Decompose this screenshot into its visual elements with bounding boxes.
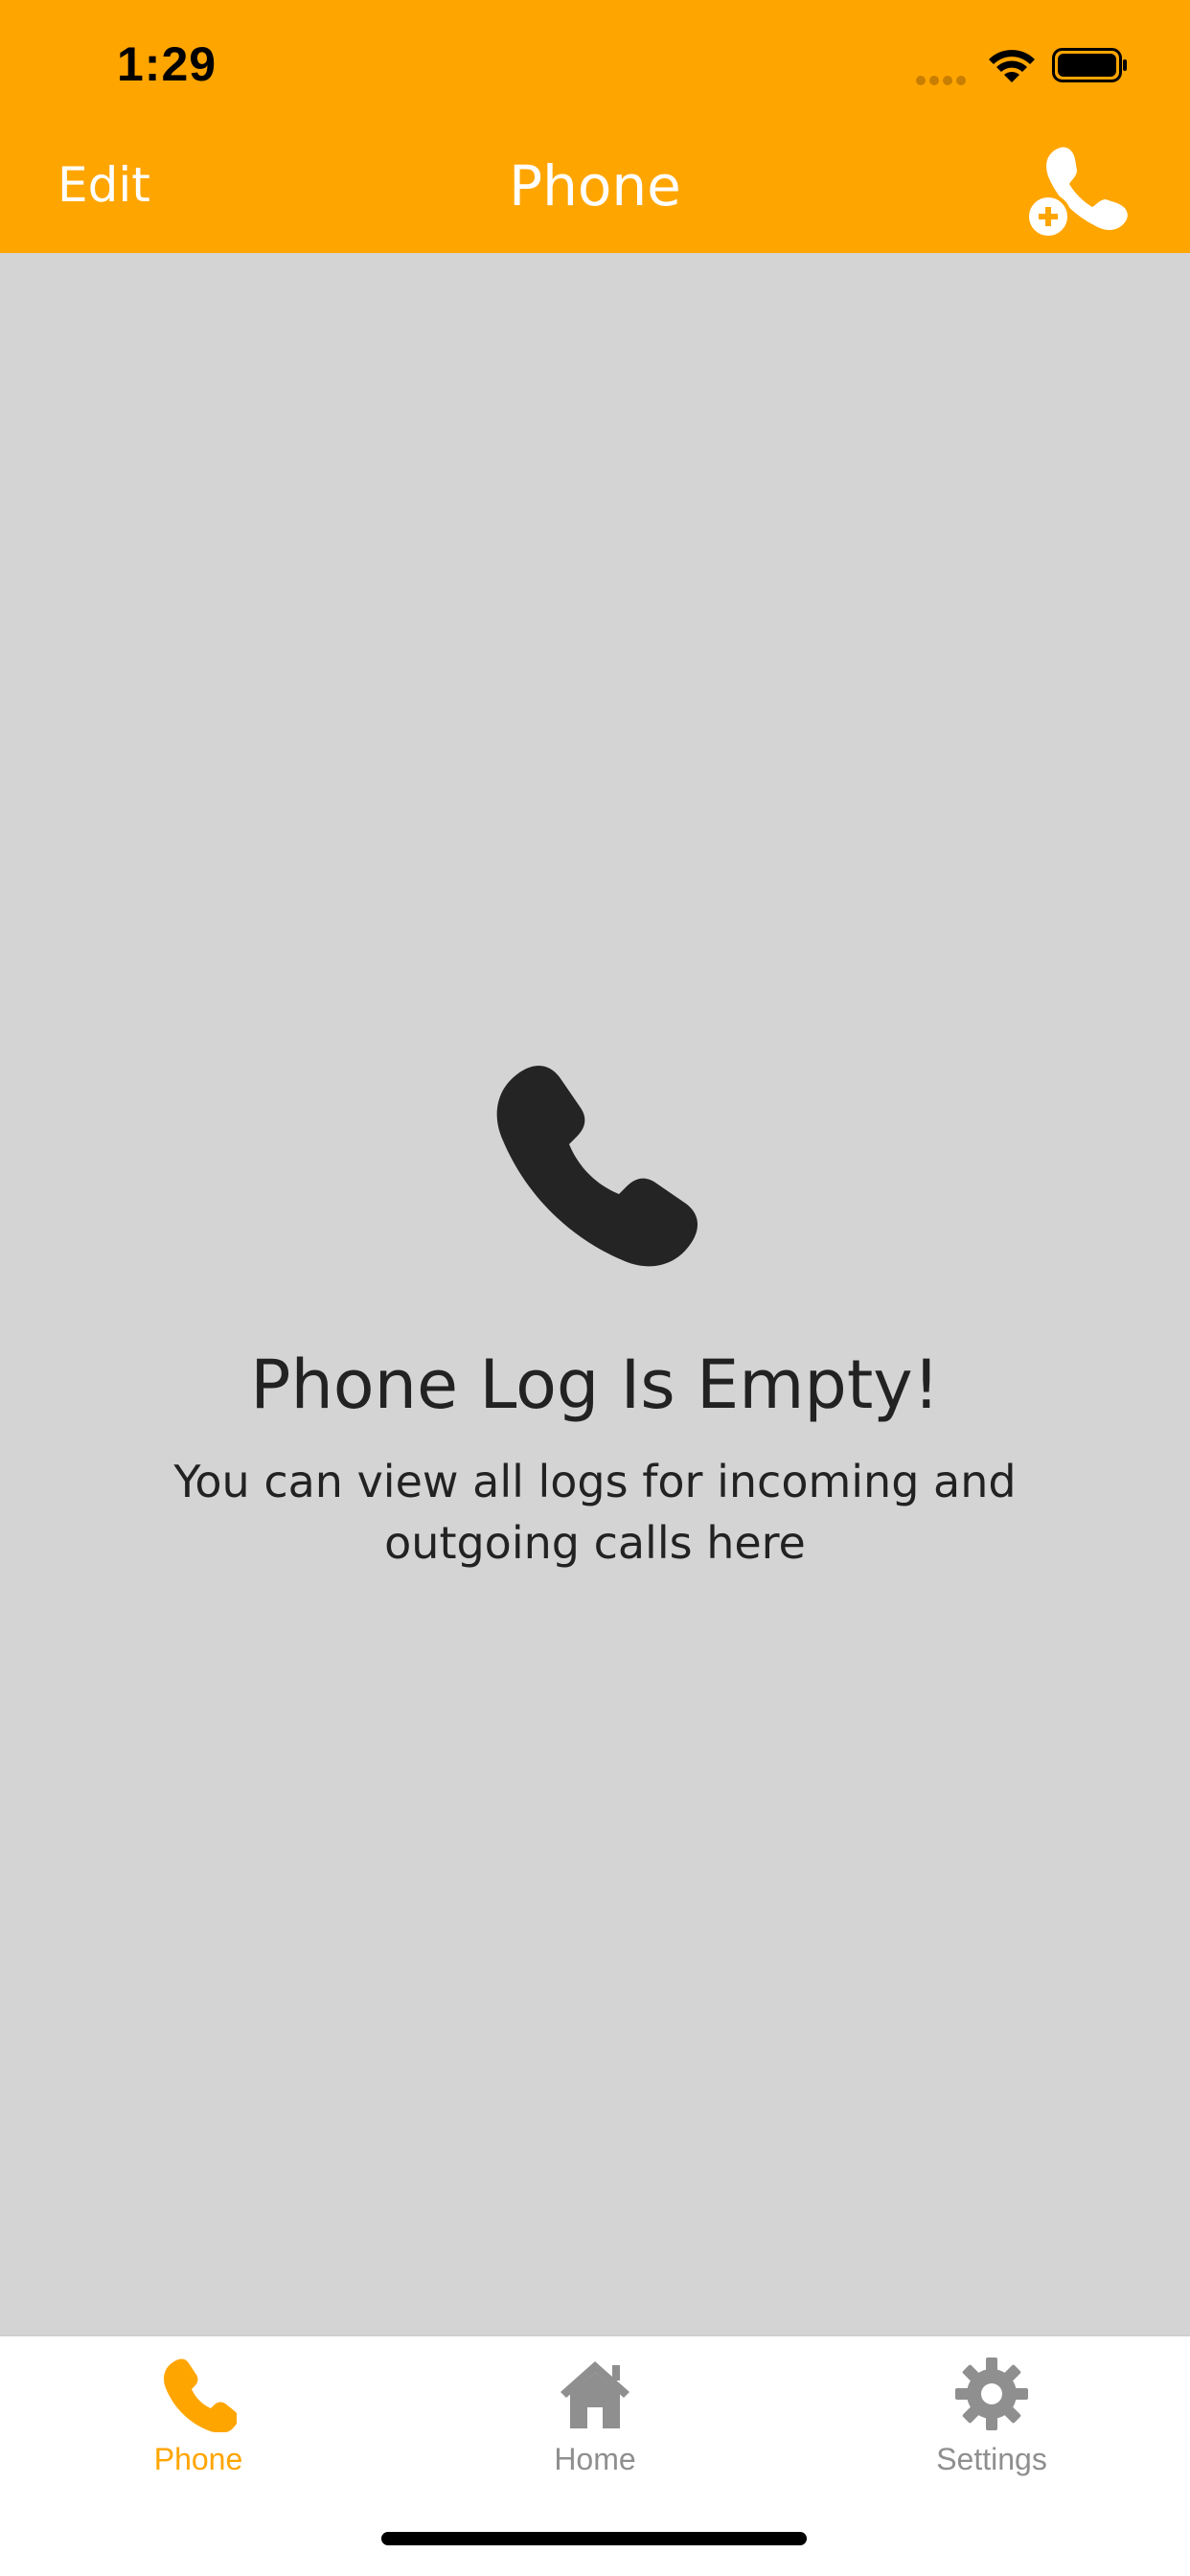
signal-dots-icon xyxy=(916,71,970,85)
page-title: Phone xyxy=(509,153,681,218)
empty-state-subtitle: You can view all logs for incoming and o… xyxy=(173,1456,1017,1569)
home-indicator xyxy=(381,2532,807,2545)
phone-icon xyxy=(164,2358,237,2432)
tab-phone-label: Phone xyxy=(153,2442,243,2476)
status-time: 1:29 xyxy=(117,37,217,91)
tab-home[interactable]: Home xyxy=(397,2336,793,2509)
tab-settings-label: Settings xyxy=(936,2442,1047,2476)
empty-state-title: Phone Log Is Empty! xyxy=(250,1346,940,1424)
add-call-icon[interactable] xyxy=(1027,144,1133,240)
tab-home-label: Home xyxy=(554,2442,636,2476)
phone-icon xyxy=(496,1066,698,1267)
gear-icon xyxy=(955,2358,1028,2430)
header-bar: 1:29 Edit Phone xyxy=(0,0,1190,253)
tab-phone[interactable]: Phone xyxy=(0,2336,397,2509)
tab-bar: Phone Home Settings xyxy=(0,2334,1190,2576)
home-icon xyxy=(561,2361,629,2428)
battery-icon xyxy=(1052,48,1127,82)
wifi-icon xyxy=(989,50,1035,82)
tab-settings[interactable]: Settings xyxy=(793,2336,1190,2509)
